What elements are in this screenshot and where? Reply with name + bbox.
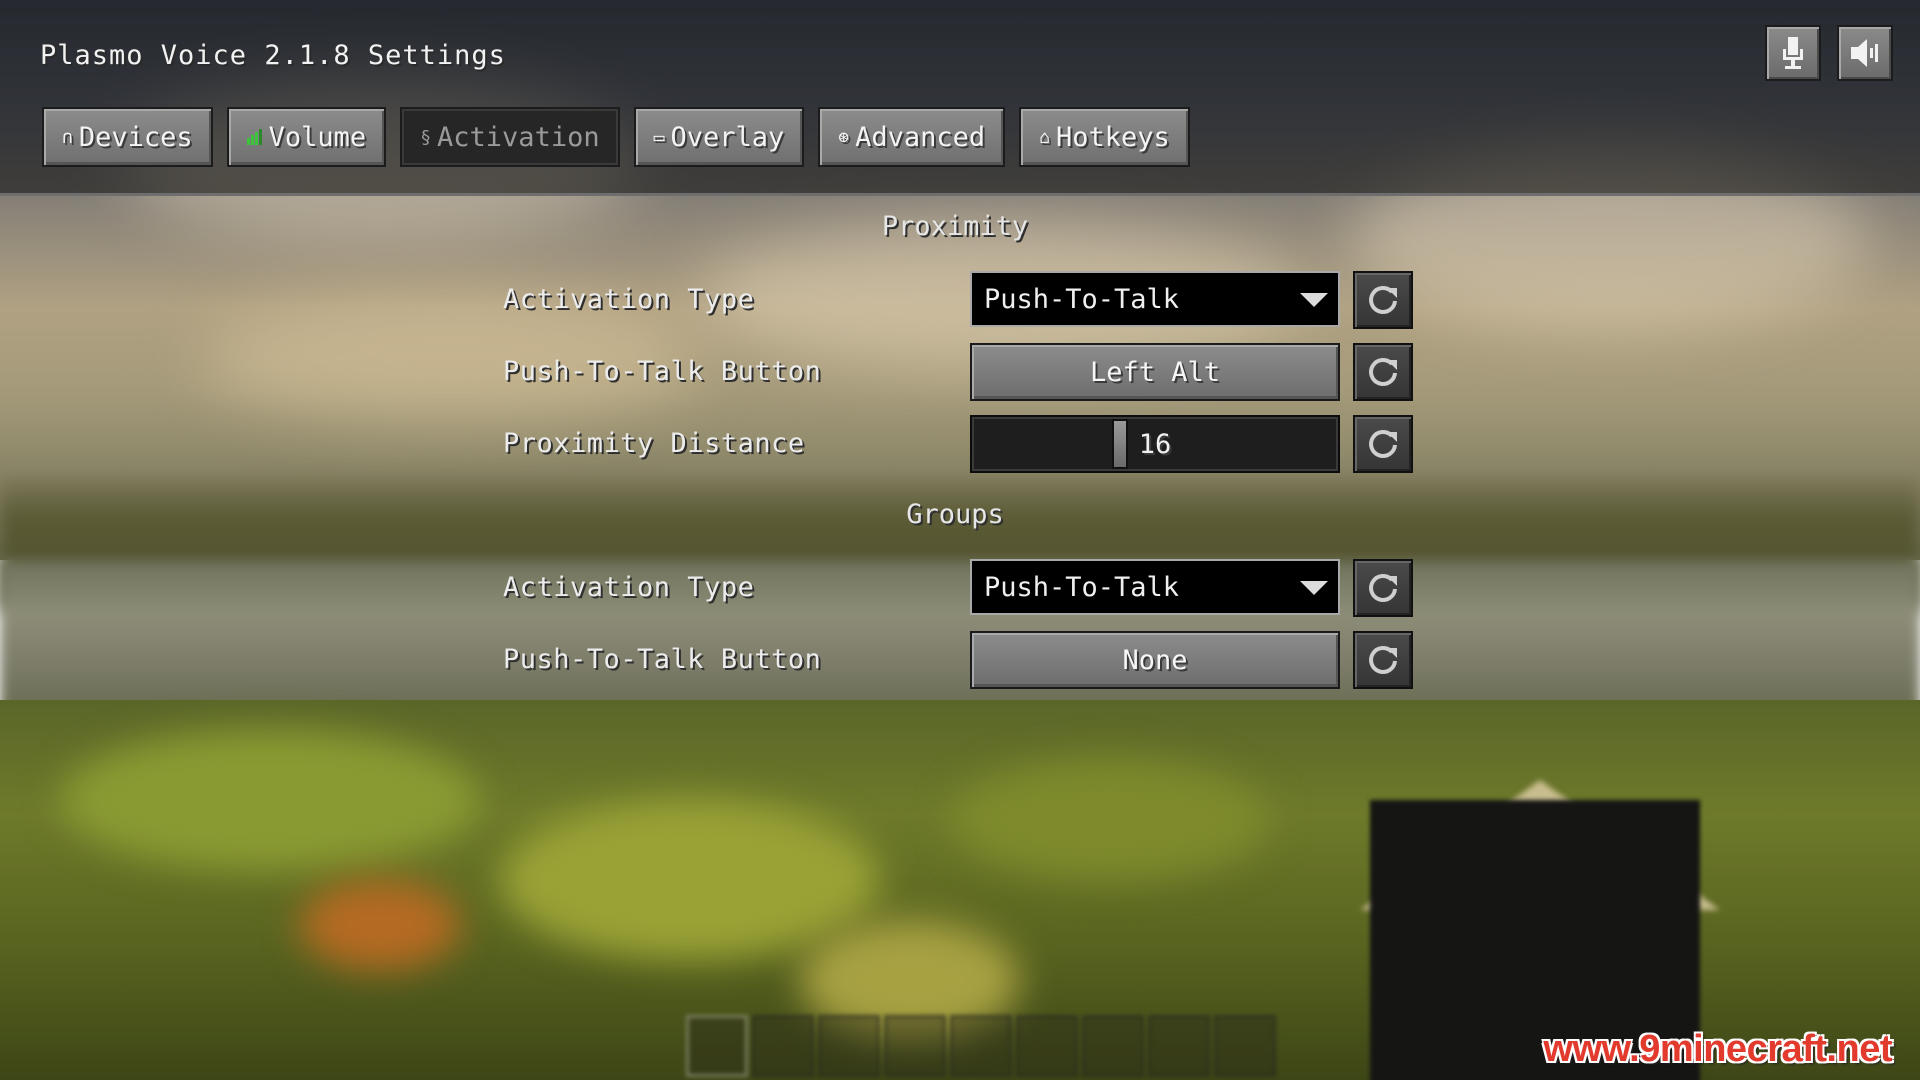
reset-icon [1369,430,1397,458]
proximity-ptt-button-label: Push-To-Talk Button [503,356,822,387]
hotbar-slot [1016,1015,1078,1077]
groups-ptt-key-button[interactable]: None [970,631,1340,689]
hotbar-slot [1214,1015,1276,1077]
dropdown-value: Push-To-Talk [984,571,1180,603]
hotbar-slot [686,1015,748,1077]
proximity-activation-type-dropdown[interactable]: Push-To-Talk [970,271,1340,327]
hotbar-slot [950,1015,1012,1077]
hotbar-slot [818,1015,880,1077]
volume-bars-icon [246,129,262,145]
proximity-heading: Proximity [881,211,1029,242]
reset-icon [1369,574,1397,602]
proximity-ptt-key-button[interactable]: Left Alt [970,343,1340,401]
tab-volume[interactable]: Volume [226,107,387,167]
slider-handle[interactable] [1112,419,1128,469]
tab-label: Hotkeys [1055,121,1170,153]
reset-proximity-distance-button[interactable] [1353,415,1413,473]
window-title: Plasmo Voice 2.1.8 Settings [40,40,506,71]
tab-advanced[interactable]: ⊛ Advanced [818,107,1006,167]
tab-activation[interactable]: § Activation [400,107,620,167]
settings-header: Plasmo Voice 2.1.8 Settings ∩ Devices Vo… [0,0,1920,196]
keyboard-icon: ⌂ [1039,126,1050,148]
tab-label: Overlay [670,121,785,153]
groups-heading: Groups [906,499,1004,530]
reset-icon [1369,286,1397,314]
gear-icon: ⊛ [838,126,850,148]
proximity-distance-label: Proximity Distance [503,428,805,459]
hotbar [686,1015,1280,1077]
chevron-down-icon [1300,581,1328,595]
dropdown-value: Push-To-Talk [984,283,1180,315]
tab-hotkeys[interactable]: ⌂ Hotkeys [1019,107,1190,167]
tab-bar: ∩ Devices Volume § Activation ▭ Overlay … [42,107,1190,167]
tab-label: Activation [437,121,600,153]
proximity-activation-type-label: Activation Type [503,284,755,315]
reset-icon [1369,358,1397,386]
hotbar-slot [884,1015,946,1077]
groups-activation-type-dropdown[interactable]: Push-To-Talk [970,559,1340,615]
reset-groups-activation-type-button[interactable] [1353,559,1413,617]
tab-overlay[interactable]: ▭ Overlay [633,107,805,167]
hotbar-slot [1082,1015,1144,1077]
reset-proximity-activation-type-button[interactable] [1353,271,1413,329]
groups-ptt-button-label: Push-To-Talk Button [503,644,822,675]
reset-groups-ptt-button[interactable] [1353,631,1413,689]
monitor-icon: ▭ [653,126,665,148]
microphone-button[interactable] [1765,25,1821,81]
slider-value: 16 [1138,428,1172,460]
reset-icon [1369,646,1397,674]
speaker-button[interactable] [1837,25,1893,81]
proximity-distance-slider[interactable]: 16 [970,415,1340,473]
reset-proximity-ptt-button[interactable] [1353,343,1413,401]
groups-activation-type-label: Activation Type [503,572,755,603]
hotbar-slot [1148,1015,1210,1077]
watermark: www.9minecraft.net [1543,1028,1892,1070]
microphone-icon [1783,37,1803,69]
speaker-icon [1851,39,1878,67]
tab-label: Advanced [855,121,986,153]
hotbar-slot [752,1015,814,1077]
tab-devices[interactable]: ∩ Devices [42,107,213,167]
chevron-down-icon [1300,293,1328,307]
activation-icon: § [420,126,432,148]
tab-label: Devices [78,121,193,153]
tab-label: Volume [268,121,367,153]
headphones-icon: ∩ [62,126,73,148]
